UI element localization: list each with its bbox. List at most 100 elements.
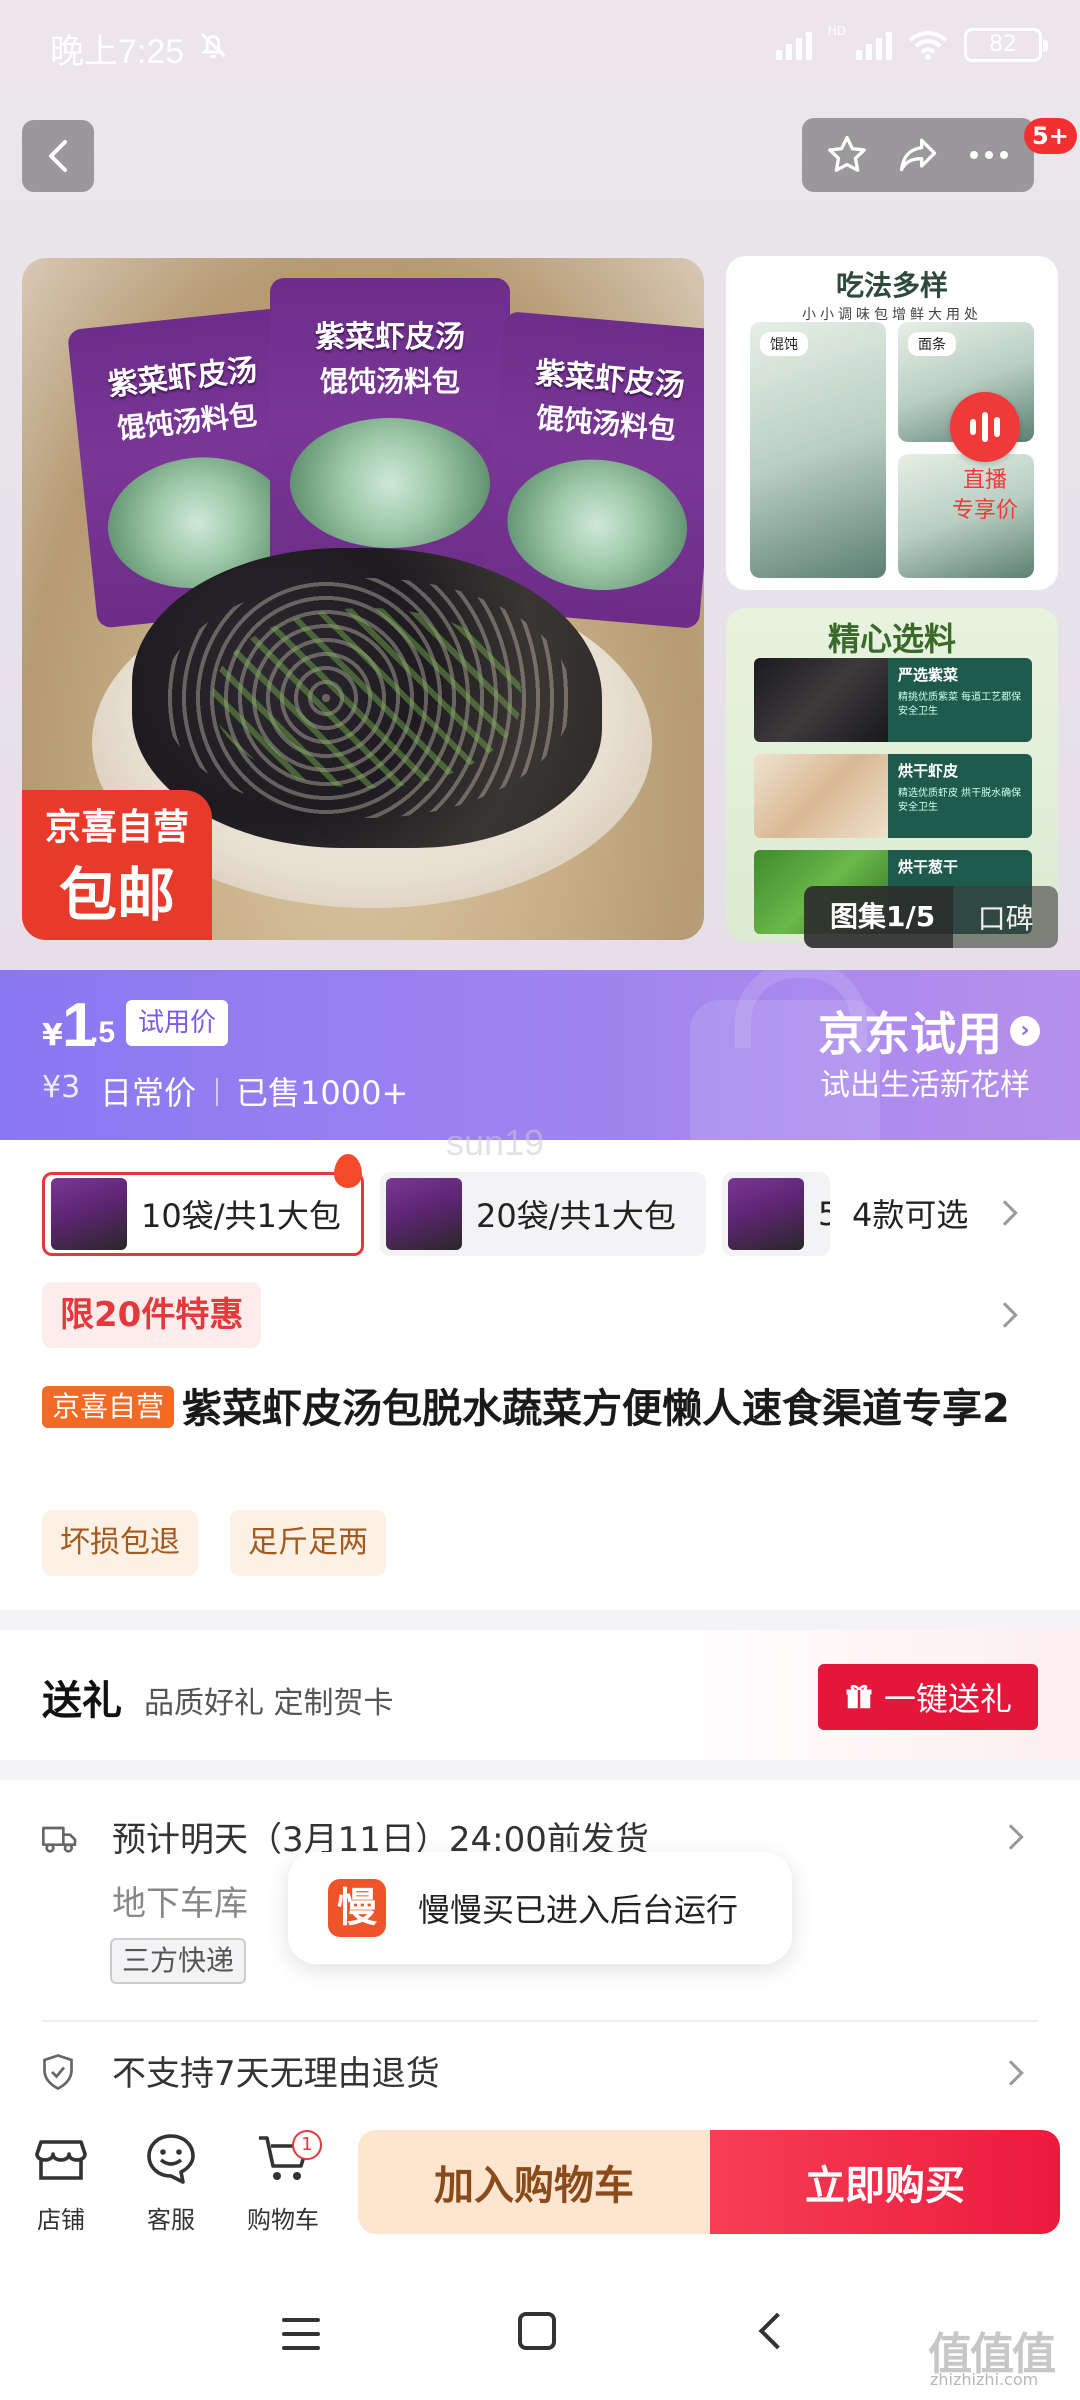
chevron-right-icon: › bbox=[1010, 1016, 1040, 1046]
chevron-left-icon bbox=[49, 140, 67, 172]
thumb-subtitle: 小小调味包增鲜大用处 bbox=[802, 307, 982, 323]
tab-gallery[interactable]: 图集1/5 bbox=[804, 886, 954, 948]
signal-icon-2 bbox=[856, 30, 892, 60]
delivery-address[interactable]: 地下车库 bbox=[112, 1876, 248, 1925]
sku-option[interactable]: 20袋/共1大包 bbox=[380, 1172, 706, 1256]
jd-trial-link[interactable]: 京东试用 › bbox=[818, 998, 1040, 1064]
gift-subtitle: 品质好礼 定制贺卡 bbox=[144, 1686, 394, 1721]
bell-off-icon bbox=[200, 32, 226, 58]
ingredient-name: 烘干葱干 bbox=[898, 858, 959, 876]
menu-icon[interactable] bbox=[282, 2318, 320, 2350]
home-icon[interactable] bbox=[518, 2312, 556, 2350]
jd-trial-title: 京东试用 bbox=[818, 1007, 1002, 1061]
thumb-label: 馄饨 bbox=[760, 332, 808, 356]
sku-count[interactable]: 4款可选 bbox=[852, 1190, 968, 1236]
ingredient-row: 严选紫菜精挑优质紫菜 每道工艺都保安全卫生 bbox=[754, 658, 1032, 742]
battery-icon: 82 bbox=[964, 28, 1048, 62]
product-title: 京喜自营 紫菜虾皮汤包脱水蔬菜方便懒人速食渠道专享2 bbox=[42, 1380, 1042, 1438]
jd-trial-slogan: 试出生活新花样 bbox=[820, 1068, 1030, 1103]
ingredient-desc: 精挑优质紫菜 每道工艺都保安全卫生 bbox=[898, 692, 1022, 717]
divider bbox=[216, 1078, 218, 1106]
thumb-title: 吃法多样 bbox=[835, 269, 948, 302]
sku-thumbnail bbox=[386, 1178, 462, 1250]
gift-title: 送礼 bbox=[42, 1678, 122, 1724]
live-stream-label[interactable]: 直播 专享价 bbox=[940, 466, 1030, 526]
live-label: 直播 bbox=[962, 468, 1007, 493]
limited-offer-tag[interactable]: 限20件特惠 bbox=[42, 1282, 262, 1348]
ingredient-row: 烘干虾皮精选优质虾皮 烘干脱水确保安全卫生 bbox=[754, 754, 1032, 838]
manmanmai-logo: 慢 bbox=[328, 1879, 386, 1937]
thumb-title: 精心选料 bbox=[827, 620, 956, 658]
service-tag[interactable]: 足斤足两 bbox=[230, 1510, 386, 1576]
sku-label: 20袋/共1大包 bbox=[476, 1197, 676, 1235]
sku-label: 5 bbox=[818, 1195, 830, 1233]
badge-line1: 京喜自营 bbox=[44, 807, 189, 848]
thumb-label: 面条 bbox=[908, 332, 956, 356]
pack-window bbox=[501, 452, 693, 598]
status-icons: HD 82 bbox=[775, 24, 1048, 62]
customer-service-button[interactable]: 客服 bbox=[126, 2130, 216, 2235]
ingredient-name: 烘干虾皮 bbox=[898, 762, 959, 780]
hot-flame-icon bbox=[334, 1154, 362, 1188]
service-tag[interactable]: 坏损包退 bbox=[42, 1510, 198, 1576]
toast-message: 慢慢买已进入后台运行 bbox=[418, 1891, 739, 1929]
buy-now-button[interactable]: 立即购买 bbox=[710, 2130, 1060, 2234]
live-stream-button[interactable] bbox=[950, 392, 1020, 462]
store-tag: 京喜自营 bbox=[42, 1386, 175, 1428]
ingredient-name: 严选紫菜 bbox=[898, 666, 959, 684]
sku-thumbnail bbox=[728, 1178, 804, 1250]
site-watermark-url: zhizhizhi.com bbox=[930, 2370, 1039, 2389]
sku-option-selected[interactable]: 10袋/共1大包 bbox=[42, 1172, 364, 1256]
add-to-cart-button[interactable]: 加入购物车 bbox=[358, 2130, 710, 2234]
chat-smile-icon bbox=[147, 2134, 195, 2184]
gift-icon bbox=[846, 1684, 872, 1709]
sold-count: 已售1000+ bbox=[236, 1074, 409, 1112]
cart-label: 购物车 bbox=[247, 2206, 319, 2234]
signal-icon bbox=[775, 30, 812, 60]
live-sub-label: 专享价 bbox=[951, 498, 1018, 523]
divider bbox=[42, 2020, 1038, 2022]
notification-badge: 5+ bbox=[1024, 118, 1077, 154]
trial-price-tag: 试用价 bbox=[126, 1000, 229, 1046]
status-bar: 晚上7:25 HD 82 bbox=[0, 0, 1080, 96]
store-icon bbox=[35, 2140, 87, 2180]
star-icon bbox=[828, 135, 867, 172]
pack-subtitle: 馄饨汤料包 bbox=[319, 365, 460, 398]
more-dots-icon bbox=[969, 151, 1008, 159]
favorite-button[interactable] bbox=[819, 127, 875, 183]
main-product-image[interactable]: 紫菜虾皮汤 馄饨汤料包 紫菜虾皮汤 馄饨汤料包 紫菜虾皮汤 馄饨汤料包 京喜自营… bbox=[22, 258, 704, 940]
user-watermark: sun19 bbox=[446, 1122, 545, 1163]
wifi-icon bbox=[908, 31, 948, 60]
shop-button[interactable]: 店铺 bbox=[16, 2130, 106, 2235]
sku-thumbnail bbox=[51, 1178, 127, 1250]
top-actions bbox=[802, 118, 1034, 192]
truck-icon bbox=[42, 1826, 77, 1853]
more-button[interactable] bbox=[961, 127, 1017, 183]
pack-window bbox=[290, 418, 490, 548]
price-decimal: .5 bbox=[90, 1016, 116, 1049]
cart-count-badge: 1 bbox=[292, 2130, 322, 2160]
pack-title: 紫菜虾皮汤 bbox=[315, 320, 465, 355]
sku-label: 10袋/共1大包 bbox=[141, 1197, 341, 1235]
sku-option[interactable]: 5 bbox=[722, 1172, 830, 1256]
share-button[interactable] bbox=[890, 127, 946, 183]
shop-label: 店铺 bbox=[37, 2206, 85, 2234]
product-title-text: 紫菜虾皮汤包脱水蔬菜方便懒人速食渠道专享2 bbox=[182, 1386, 1010, 1432]
return-policy[interactable]: 不支持7天无理由退货 bbox=[112, 2046, 440, 2095]
share-icon bbox=[899, 138, 937, 172]
carrier-tag: 三方快递 bbox=[110, 1938, 247, 1984]
jingxi-free-shipping-badge: 京喜自营 包邮 bbox=[22, 790, 212, 940]
send-gift-button[interactable]: 一键送礼 bbox=[818, 1664, 1038, 1730]
shield-icon bbox=[43, 2054, 73, 2091]
send-gift-label: 一键送礼 bbox=[883, 1680, 1012, 1718]
daily-price: ¥3 bbox=[42, 1070, 81, 1105]
ingredient-desc: 精选优质虾皮 烘干脱水确保安全卫生 bbox=[898, 788, 1022, 813]
tab-reviews[interactable]: 口碑 bbox=[953, 897, 1058, 937]
back-button[interactable] bbox=[22, 120, 94, 192]
gallery-tabs: 图集1/5 口碑 bbox=[804, 886, 1058, 948]
service-label: 客服 bbox=[147, 2206, 195, 2234]
thumb-photo: 馄饨 bbox=[750, 322, 886, 578]
badge-line2: 包邮 bbox=[58, 861, 175, 929]
daily-price-label: 日常价 bbox=[100, 1074, 197, 1112]
status-time: 晚上7:25 bbox=[50, 33, 185, 71]
